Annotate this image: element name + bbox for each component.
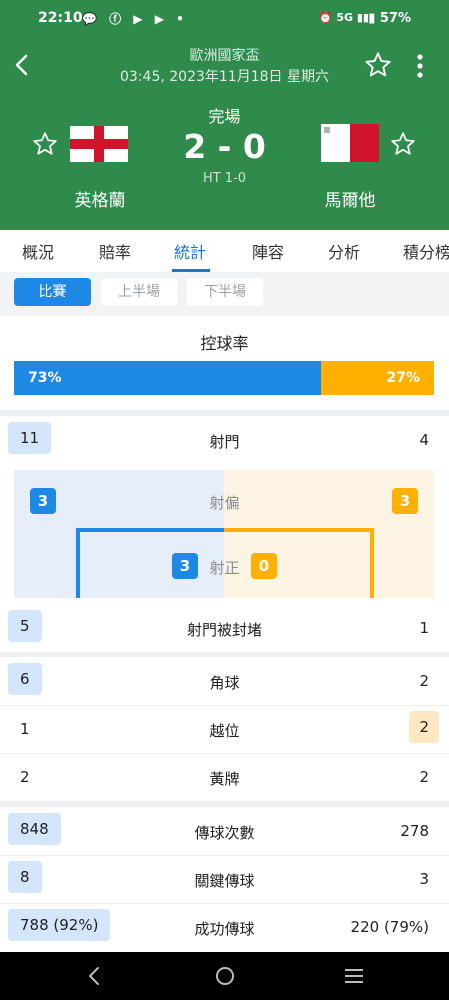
corners-label: 角球 <box>209 674 240 692</box>
offsides-label: 越位 <box>209 722 240 740</box>
passes-label: 傳球次數 <box>194 824 255 842</box>
away-key-passes-value: 3 <box>419 870 429 888</box>
away-possession-bar: 27% <box>321 361 434 395</box>
possession-label: 控球率 <box>200 334 249 353</box>
match-status: 完場 <box>208 107 241 126</box>
divider <box>0 903 449 904</box>
away-favorite-star-icon[interactable] <box>390 131 416 157</box>
tab-lineups[interactable]: 陣容 <box>252 239 284 263</box>
tab-odds[interactable]: 賠率 <box>99 239 131 263</box>
away-possession-value: 27% <box>386 370 420 386</box>
system-nav-bar <box>0 952 449 1000</box>
corners-row: 6 角球 2 <box>0 661 449 701</box>
match-score: 2 - 0 <box>183 127 266 166</box>
malta-flag-icon <box>321 124 379 162</box>
tab-stats[interactable]: 統計 <box>174 239 206 263</box>
battery-indicator: ▮ 57% <box>368 11 411 26</box>
nav-recents-icon[interactable] <box>342 964 366 988</box>
away-corners-value: 2 <box>419 672 429 690</box>
away-yellow-cards-value: 2 <box>419 768 429 786</box>
away-offsides-value: 2 <box>409 711 439 743</box>
yellow-cards-label: 黃牌 <box>209 770 240 788</box>
home-favorite-star-icon[interactable] <box>32 131 58 157</box>
battery-level: 57% <box>379 11 411 26</box>
network-type: 5G <box>336 11 353 24</box>
home-possession-bar: 73% <box>14 361 321 395</box>
divider <box>0 705 449 706</box>
tab-analysis[interactable]: 分析 <box>328 239 360 263</box>
off-target-label: 射偏 <box>209 494 240 512</box>
offsides-row: 1 越位 2 <box>0 709 449 749</box>
passes-row: 848 傳球次數 278 <box>0 811 449 851</box>
period-first-half-button[interactable]: 上半場 <box>101 278 177 306</box>
period-second-half-button[interactable]: 下半場 <box>187 278 263 306</box>
away-passes-value: 278 <box>400 822 429 840</box>
status-bar: 22:10 💬 ⓕ ▶ ▶ • ⏰ 5G ▮▮▮ ▮ 57% <box>0 0 449 36</box>
blocked-label: 射門被封堵 <box>186 621 262 639</box>
divider <box>0 753 449 754</box>
possession-card: 控球率 73% 27% <box>0 316 449 410</box>
period-match-button[interactable]: 比賽 <box>14 278 91 306</box>
blocked-row: 5 射門被封堵 1 <box>0 608 449 648</box>
favorite-star-icon[interactable] <box>364 51 392 79</box>
shots-label: 射門 <box>209 433 240 451</box>
away-on-target-value: 0 <box>251 553 277 579</box>
key-passes-row: 8 關鍵傳球 3 <box>0 859 449 899</box>
network-indicator: ⏰ 5G ▮▮▮ <box>318 11 375 24</box>
period-selector: 比賽 上半場 下半場 <box>0 272 449 316</box>
notification-icons: 💬 ⓕ ▶ ▶ • <box>82 12 188 26</box>
clock: 22:10 <box>38 10 83 26</box>
nav-home-icon[interactable] <box>213 964 237 988</box>
match-tabs: 概況 賠率 統計 陣容 分析 積分榜 <box>0 230 449 272</box>
yellow-cards-row: 2 黃牌 2 <box>0 757 449 797</box>
match-header: 22:10 💬 ⓕ ▶ ▶ • ⏰ 5G ▮▮▮ ▮ 57% 歐洲國家盃 03:… <box>0 0 449 230</box>
tab-standings[interactable]: 積分榜 <box>403 239 449 263</box>
away-blocked-value: 1 <box>419 619 429 637</box>
tab-overview[interactable]: 概況 <box>22 239 54 263</box>
on-target-label: 射正 <box>209 559 240 577</box>
successful-passes-row: 788 (92%) 成功傳球 220 (79%) <box>0 907 449 947</box>
away-off-target-value: 3 <box>392 488 418 514</box>
away-shots-value: 4 <box>419 431 429 449</box>
shots-row: 11 射門 4 <box>0 420 449 460</box>
home-team-name[interactable]: 英格蘭 <box>50 186 150 211</box>
nav-back-icon[interactable] <box>83 964 107 988</box>
divider <box>0 855 449 856</box>
away-successful-passes-value: 220 (79%) <box>350 918 429 936</box>
key-passes-label: 關鍵傳球 <box>194 872 255 890</box>
more-options-icon[interactable] <box>410 52 430 80</box>
home-possession-value: 73% <box>28 370 62 386</box>
half-time-score: HT 1-0 <box>202 171 247 186</box>
england-flag-icon <box>70 126 128 162</box>
away-team-name[interactable]: 馬爾他 <box>300 186 400 211</box>
